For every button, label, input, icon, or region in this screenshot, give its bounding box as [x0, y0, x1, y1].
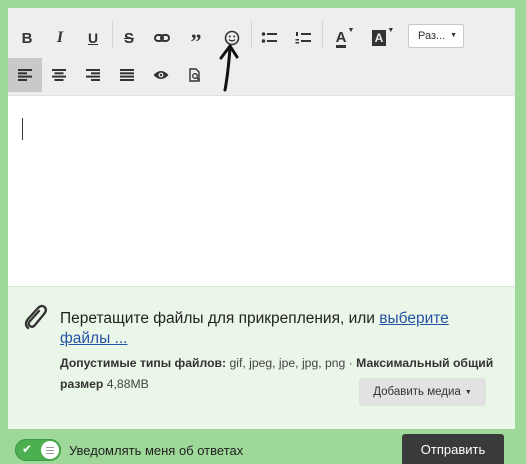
eye-icon: [153, 71, 169, 79]
attachment-drop-zone[interactable]: Перетащите файлы для прикрепления, или в…: [8, 286, 515, 429]
notify-replies-label: Уведомлять меня об ответах: [69, 442, 244, 458]
message-text-area[interactable]: [8, 96, 515, 286]
quote-button[interactable]: ”: [179, 21, 213, 55]
allowed-types-value: gif, jpeg, jpe, jpg, png ·: [226, 356, 357, 370]
align-right-icon: [86, 69, 100, 81]
add-media-button[interactable]: Добавить медиа ▼: [359, 378, 486, 406]
background-color-button[interactable]: A ▼: [362, 21, 396, 55]
checkmark-icon: ✔: [22, 442, 33, 456]
chevron-down-icon: ▼: [347, 26, 355, 34]
drop-instructions: Перетащите файлы для прикрепления, или в…: [60, 309, 500, 349]
align-center-icon: [52, 69, 66, 81]
italic-button[interactable]: I: [43, 21, 77, 55]
drop-text: Перетащите файлы для прикрепления, или: [60, 310, 380, 327]
send-button-label: Отправить: [420, 441, 486, 457]
strikethrough-button[interactable]: S: [112, 21, 146, 55]
align-justify-button[interactable]: [110, 58, 144, 92]
allowed-types-label: Допустимые типы файлов:: [60, 356, 227, 370]
text-cursor: [22, 118, 23, 140]
underline-button[interactable]: U: [76, 21, 110, 55]
chevron-down-icon: ▼: [450, 32, 457, 39]
align-justify-icon: [120, 69, 134, 81]
hand-drawn-arrow-icon: [219, 44, 239, 92]
text-color-button[interactable]: A ▼: [324, 21, 358, 55]
toolbar-divider: [322, 20, 323, 48]
bold-icon: B: [21, 29, 33, 47]
max-size-value: 4,88MB: [103, 377, 149, 391]
align-right-button[interactable]: [76, 58, 110, 92]
italic-icon: I: [56, 29, 64, 46]
link-button[interactable]: [145, 21, 179, 55]
bullet-list-icon: [261, 32, 277, 43]
numbered-list-button[interactable]: [286, 21, 320, 55]
bold-button[interactable]: B: [10, 21, 44, 55]
chevron-down-icon: ▼: [464, 388, 472, 396]
align-left-icon: [18, 69, 32, 81]
font-size-dropdown[interactable]: Раз... ▼: [408, 24, 464, 48]
align-center-button[interactable]: [42, 58, 76, 92]
notify-replies-toggle-row: ✔ Уведомлять меня об ответах: [15, 439, 244, 461]
formatting-toolbar: B I U S ” A ▼ A ▼ Раз... ▼: [8, 8, 515, 96]
text-color-icon: A: [335, 28, 347, 48]
strikethrough-icon: S: [123, 29, 134, 47]
link-icon: [154, 34, 170, 42]
paperclip-icon: [24, 304, 48, 330]
document-search-icon: [188, 68, 200, 82]
numbered-list-icon: [295, 32, 311, 44]
toggle-knob: [41, 441, 59, 459]
notify-replies-toggle[interactable]: ✔: [15, 439, 61, 461]
underline-icon: U: [87, 30, 99, 46]
reply-editor-panel: B I U S ” A ▼ A ▼ Раз... ▼ Перетащите фа…: [8, 8, 515, 429]
add-media-label: Добавить медиа: [373, 386, 461, 398]
bullet-list-button[interactable]: [252, 21, 286, 55]
preview-button[interactable]: [144, 58, 178, 92]
background-color-icon: A: [371, 30, 387, 46]
quote-icon: ”: [190, 29, 202, 54]
align-left-button[interactable]: [8, 58, 42, 92]
chevron-down-icon: ▼: [387, 27, 395, 34]
document-preview-button[interactable]: [178, 58, 212, 92]
font-size-dropdown-label: Раз...: [418, 30, 446, 42]
